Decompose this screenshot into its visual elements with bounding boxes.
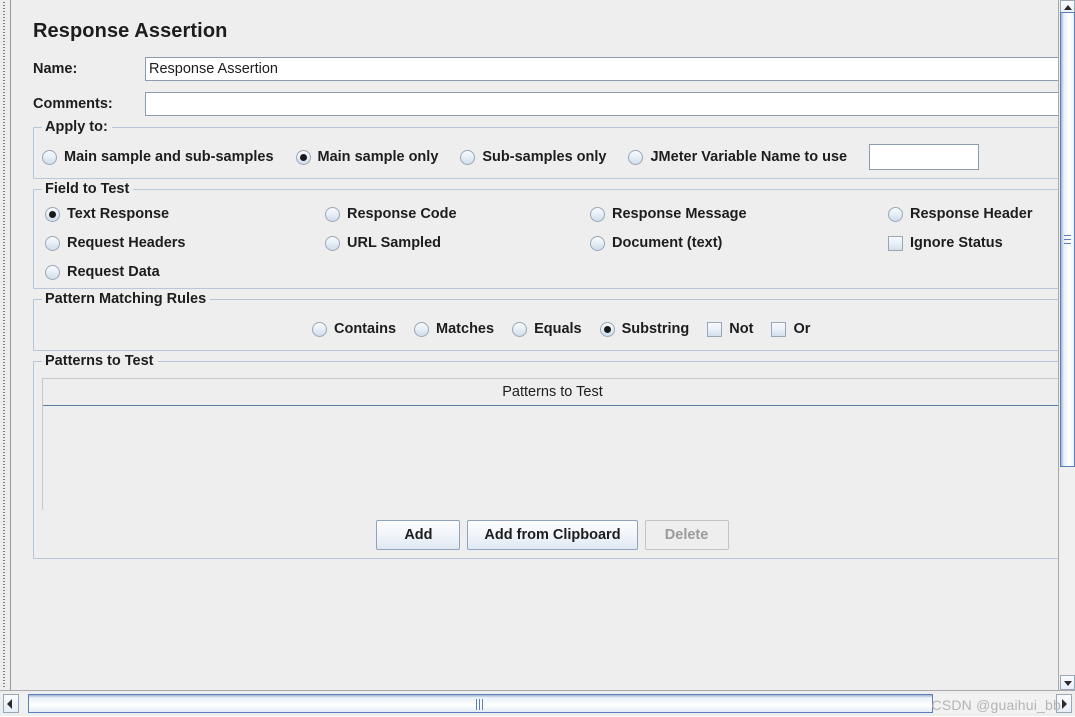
pattern-matching-rules-group: Pattern Matching Rules Contains Matches … <box>33 291 1058 351</box>
radio-contains[interactable]: Contains <box>312 321 396 337</box>
checkbox-indicator[interactable] <box>888 235 903 251</box>
radio-indicator[interactable] <box>325 206 340 222</box>
vertical-scrollbar[interactable] <box>1058 0 1075 690</box>
field-to-test-options: Text Response Response Code Response Mes… <box>42 206 1058 280</box>
comments-input[interactable] <box>145 92 1058 116</box>
patterns-to-test-group-title: Patterns to Test <box>42 353 158 369</box>
radio-indicator[interactable] <box>590 235 605 251</box>
content-viewport: Response Assertion Name: Comments: Apply… <box>11 0 1058 690</box>
delete-button: Delete <box>644 520 729 550</box>
radio-indicator[interactable] <box>45 235 60 251</box>
radio-indicator[interactable] <box>599 321 615 337</box>
radio-request-data[interactable]: Request Data <box>45 264 325 280</box>
radio-indicator[interactable] <box>312 321 327 337</box>
apply-to-options: Main sample and sub-samples Main sample … <box>42 144 1058 170</box>
checkbox-not[interactable]: Not <box>707 321 753 337</box>
radio-indicator[interactable] <box>45 264 60 280</box>
option-label: Sub-samples only <box>482 149 607 165</box>
option-label: JMeter Variable Name to use <box>650 149 848 165</box>
scrollbar-grip-icon <box>475 699 486 710</box>
add-button[interactable]: Add <box>376 520 461 550</box>
field-to-test-group-title: Field to Test <box>42 181 134 197</box>
option-label: Document (text) <box>612 235 723 251</box>
checkbox-ignore-status[interactable]: Ignore Status <box>888 235 1058 251</box>
horizontal-scrollbar[interactable]: CSDN @guaihui_bb <box>0 690 1075 716</box>
patterns-button-row: Add Add from Clipboard Delete <box>42 520 1058 550</box>
comments-label: Comments: <box>33 96 113 112</box>
radio-indicator[interactable] <box>590 206 605 222</box>
checkbox-or[interactable]: Or <box>771 321 810 337</box>
option-label: Text Response <box>67 206 170 222</box>
option-label: Response Message <box>612 206 747 222</box>
checkbox-indicator[interactable] <box>707 321 723 337</box>
option-label: Request Data <box>67 264 160 280</box>
radio-indicator[interactable] <box>888 206 903 222</box>
scroll-right-arrow-icon[interactable] <box>1056 694 1072 713</box>
option-label: Response Code <box>347 206 457 222</box>
radio-response-code[interactable]: Response Code <box>325 206 590 222</box>
radio-indicator[interactable] <box>325 235 340 251</box>
radio-main-sample-only[interactable]: Main sample only <box>295 149 439 165</box>
response-assertion-panel: Response Assertion Name: Comments: Apply… <box>11 0 1058 569</box>
name-label: Name: <box>33 61 78 77</box>
radio-indicator[interactable] <box>42 149 57 165</box>
radio-response-header[interactable]: Response Header <box>888 206 1058 222</box>
radio-text-response[interactable]: Text Response <box>45 206 325 222</box>
radio-jmeter-variable-name-to-use[interactable]: JMeter Variable Name to use <box>628 149 847 165</box>
vertical-scrollbar-thumb[interactable] <box>1060 12 1075 467</box>
split-pane-divider[interactable] <box>0 0 11 690</box>
radio-indicator[interactable] <box>460 149 476 165</box>
option-label: Equals <box>534 321 582 337</box>
radio-equals[interactable]: Equals <box>512 321 582 337</box>
radio-request-headers[interactable]: Request Headers <box>45 235 325 251</box>
name-input[interactable] <box>145 57 1058 81</box>
option-label: Ignore Status <box>910 235 1003 251</box>
option-label: URL Sampled <box>347 235 442 251</box>
option-label: Response Header <box>910 206 1033 222</box>
option-label: Or <box>793 321 811 337</box>
radio-url-sampled[interactable]: URL Sampled <box>325 235 590 251</box>
option-label: Request Headers <box>67 235 186 251</box>
apply-to-group-title: Apply to: <box>42 119 112 135</box>
radio-indicator[interactable] <box>512 321 528 337</box>
option-label: Not <box>729 321 754 337</box>
radio-indicator[interactable] <box>295 149 311 165</box>
radio-response-message[interactable]: Response Message <box>590 206 888 222</box>
option-label: Main sample only <box>317 149 439 165</box>
radio-main-sample-and-sub-samples[interactable]: Main sample and sub-samples <box>42 149 274 165</box>
pattern-matching-rules-group-title: Pattern Matching Rules <box>42 291 211 307</box>
radio-indicator[interactable] <box>414 321 430 337</box>
option-label: Substring <box>621 321 690 337</box>
jmeter-response-assertion-window: Response Assertion Name: Comments: Apply… <box>0 0 1075 716</box>
radio-sub-samples-only[interactable]: Sub-samples only <box>460 149 606 165</box>
comments-row: Comments: <box>33 92 1058 116</box>
patterns-table-column-header[interactable]: Patterns to Test <box>43 379 1058 406</box>
page-title: Response Assertion <box>33 20 228 42</box>
horizontal-scrollbar-thumb[interactable] <box>28 694 933 713</box>
radio-document-text[interactable]: Document (text) <box>590 235 888 251</box>
patterns-table: Patterns to Test <box>42 378 1058 510</box>
option-label: Main sample and sub-samples <box>64 149 274 165</box>
scrollbar-grip-icon <box>1064 234 1071 245</box>
pattern-matching-rules-options: Contains Matches Equals Substring Not Or <box>42 316 1058 342</box>
option-label: Contains <box>334 321 397 337</box>
patterns-to-test-group: Patterns to Test Patterns to Test Add Ad… <box>33 353 1058 559</box>
radio-substring[interactable]: Substring <box>599 321 690 337</box>
field-to-test-group: Field to Test Text Response Response Cod… <box>33 181 1058 289</box>
radio-indicator[interactable] <box>628 149 644 165</box>
add-from-clipboard-button[interactable]: Add from Clipboard <box>467 520 638 550</box>
radio-matches[interactable]: Matches <box>414 321 494 337</box>
jmeter-variable-name-input[interactable] <box>869 144 980 170</box>
name-row: Name: <box>33 57 1058 81</box>
checkbox-indicator[interactable] <box>771 321 787 337</box>
apply-to-group: Apply to: Main sample and sub-samples Ma… <box>33 119 1058 179</box>
radio-indicator[interactable] <box>45 206 60 222</box>
scroll-left-arrow-icon[interactable] <box>3 694 19 713</box>
patterns-table-body[interactable] <box>43 406 1058 510</box>
scroll-down-arrow-icon[interactable] <box>1060 675 1075 690</box>
option-label: Matches <box>436 321 495 337</box>
